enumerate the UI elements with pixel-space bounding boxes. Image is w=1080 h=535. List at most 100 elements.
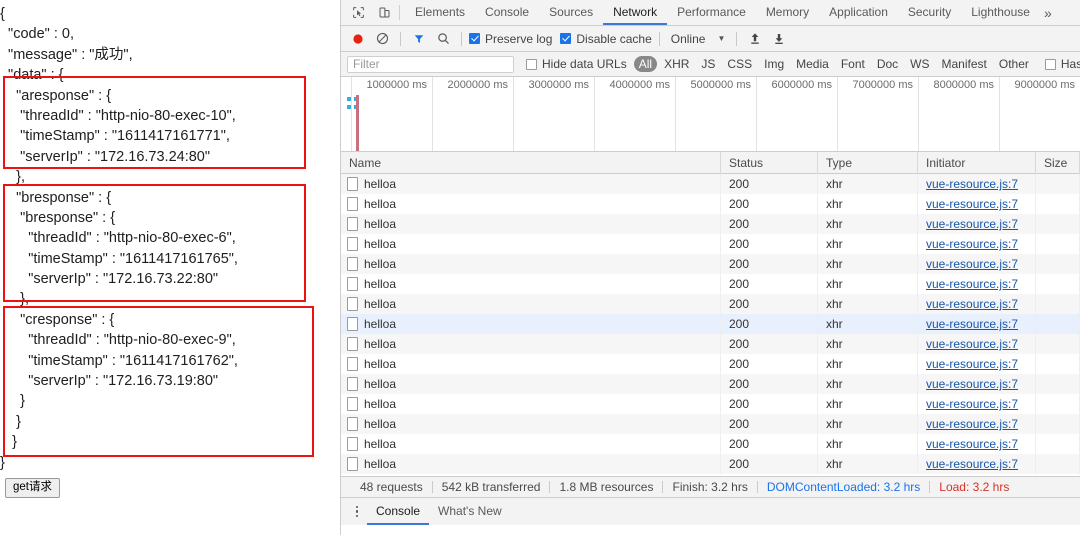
cell-name[interactable]: helloa xyxy=(341,194,721,214)
cell-name[interactable]: helloa xyxy=(341,314,721,334)
get-request-button[interactable]: get请求 xyxy=(5,478,60,498)
initiator-link[interactable]: vue-resource.js:7 xyxy=(926,317,1018,331)
initiator-link[interactable]: vue-resource.js:7 xyxy=(926,297,1018,311)
table-row[interactable]: helloa 200 xhr vue-resource.js:7 xyxy=(341,214,1080,234)
initiator-link[interactable]: vue-resource.js:7 xyxy=(926,377,1018,391)
filter-type-xhr[interactable]: XHR xyxy=(659,56,694,72)
cell-status: 200 xyxy=(721,314,818,334)
tab-performance[interactable]: Performance xyxy=(667,0,756,25)
cell-name[interactable]: helloa xyxy=(341,234,721,254)
hide-data-urls-checkbox-box[interactable] xyxy=(526,58,537,70)
cell-size xyxy=(1036,314,1080,334)
initiator-link[interactable]: vue-resource.js:7 xyxy=(926,457,1018,471)
filter-type-css[interactable]: CSS xyxy=(722,56,757,72)
cell-name[interactable]: helloa xyxy=(341,274,721,294)
filter-type-js[interactable]: JS xyxy=(696,56,720,72)
initiator-link[interactable]: vue-resource.js:7 xyxy=(926,177,1018,191)
tab-network[interactable]: Network xyxy=(603,0,668,25)
initiator-link[interactable]: vue-resource.js:7 xyxy=(926,197,1018,211)
has-blocked-cookies-checkbox-box[interactable] xyxy=(1044,58,1056,70)
tab-console[interactable]: Console xyxy=(475,0,539,25)
export-har-icon[interactable] xyxy=(768,28,790,50)
cell-name[interactable]: helloa xyxy=(341,254,721,274)
table-row[interactable]: helloa 200 xhr vue-resource.js:7 xyxy=(341,454,1080,474)
disable-cache-checkbox-box[interactable] xyxy=(560,33,572,44)
inspect-element-icon[interactable] xyxy=(345,0,371,25)
cell-name[interactable]: helloa xyxy=(341,414,721,434)
column-header-size[interactable]: Size xyxy=(1036,151,1080,174)
table-row[interactable]: helloa 200 xhr vue-resource.js:7 xyxy=(341,354,1080,374)
record-icon[interactable] xyxy=(347,28,369,50)
tab-application[interactable]: Application xyxy=(819,0,898,25)
tab-memory[interactable]: Memory xyxy=(756,0,819,25)
initiator-link[interactable]: vue-resource.js:7 xyxy=(926,237,1018,251)
cell-name[interactable]: helloa xyxy=(341,394,721,414)
device-toolbar-icon[interactable] xyxy=(371,0,397,25)
column-header-name[interactable]: Name xyxy=(341,151,721,174)
filter-type-font[interactable]: Font xyxy=(836,56,870,72)
preserve-log-checkbox[interactable]: Preserve log xyxy=(469,32,552,46)
table-row[interactable]: helloa 200 xhr vue-resource.js:7 xyxy=(341,294,1080,314)
cell-name[interactable]: helloa xyxy=(341,334,721,354)
devtools-tabbar: Elements Console Sources Network Performance… xyxy=(341,0,1080,26)
initiator-link[interactable]: vue-resource.js:7 xyxy=(926,337,1018,351)
initiator-link[interactable]: vue-resource.js:7 xyxy=(926,257,1018,271)
tab-lighthouse[interactable]: Lighthouse xyxy=(961,0,1040,25)
cell-name[interactable]: helloa xyxy=(341,454,721,474)
initiator-link[interactable]: vue-resource.js:7 xyxy=(926,217,1018,231)
table-row[interactable]: helloa 200 xhr vue-resource.js:7 xyxy=(341,334,1080,354)
requests-table-body[interactable]: helloa 200 xhr vue-resource.js:7 helloa 200 xh… xyxy=(341,174,1080,476)
network-overview-timeline[interactable]: 1000000 ms 2000000 ms 3000000 ms 4000000 ms… xyxy=(341,77,1080,152)
table-row[interactable]: helloa 200 xhr vue-resource.js:7 xyxy=(341,274,1080,294)
hide-data-urls-checkbox[interactable]: Hide data URLs xyxy=(526,57,627,71)
cell-name[interactable]: helloa xyxy=(341,434,721,454)
table-row[interactable]: helloa 200 xhr vue-resource.js:7 xyxy=(341,374,1080,394)
preserve-log-checkbox-box[interactable] xyxy=(469,33,480,44)
table-row[interactable]: helloa 200 xhr vue-resource.js:7 xyxy=(341,314,1080,334)
table-row[interactable]: helloa 200 xhr vue-resource.js:7 xyxy=(341,234,1080,254)
drawer-tab-what-s-new[interactable]: What's New xyxy=(429,498,511,525)
filter-type-media[interactable]: Media xyxy=(791,56,834,72)
search-icon[interactable] xyxy=(432,28,454,50)
table-row[interactable]: helloa 200 xhr vue-resource.js:7 xyxy=(341,414,1080,434)
filter-type-img[interactable]: Img xyxy=(759,56,789,72)
cell-name[interactable]: helloa xyxy=(341,354,721,374)
initiator-link[interactable]: vue-resource.js:7 xyxy=(926,417,1018,431)
initiator-link[interactable]: vue-resource.js:7 xyxy=(926,397,1018,411)
filter-type-manifest[interactable]: Manifest xyxy=(937,56,992,72)
cell-name[interactable]: helloa xyxy=(341,174,721,194)
cell-name[interactable]: helloa xyxy=(341,214,721,234)
drawer-tab-console[interactable]: Console xyxy=(367,498,430,525)
filter-type-other[interactable]: Other xyxy=(994,56,1034,72)
filter-type-ws[interactable]: WS xyxy=(905,56,934,72)
more-tabs-icon[interactable]: » xyxy=(1040,0,1058,25)
more-options-icon[interactable] xyxy=(347,498,367,525)
cell-name[interactable]: helloa xyxy=(341,294,721,314)
filter-input[interactable] xyxy=(347,55,514,73)
tab-security[interactable]: Security xyxy=(898,0,961,25)
initiator-link[interactable]: vue-resource.js:7 xyxy=(926,357,1018,371)
column-header-status[interactable]: Status xyxy=(721,151,818,174)
tab-elements[interactable]: Elements xyxy=(405,0,475,25)
disable-cache-checkbox[interactable]: Disable cache xyxy=(560,32,652,46)
import-har-icon[interactable] xyxy=(744,28,766,50)
tab-sources[interactable]: Sources xyxy=(539,0,603,25)
has-blocked-cookies-checkbox[interactable]: Has blocked c xyxy=(1044,57,1080,71)
clear-icon[interactable] xyxy=(371,28,393,50)
initiator-link[interactable]: vue-resource.js:7 xyxy=(926,277,1018,291)
cell-name[interactable]: helloa xyxy=(341,374,721,394)
column-header-initiator[interactable]: Initiator xyxy=(918,151,1036,174)
filter-type-all[interactable]: All xyxy=(633,56,658,72)
cell-initiator: vue-resource.js:7 xyxy=(918,374,1036,394)
column-header-type[interactable]: Type xyxy=(818,151,918,174)
filter-type-doc[interactable]: Doc xyxy=(872,56,903,72)
table-row[interactable]: helloa 200 xhr vue-resource.js:7 xyxy=(341,254,1080,274)
cell-status: 200 xyxy=(721,354,818,374)
table-row[interactable]: helloa 200 xhr vue-resource.js:7 xyxy=(341,194,1080,214)
filter-funnel-icon[interactable] xyxy=(408,28,430,50)
throttling-select[interactable]: Online ▼ xyxy=(667,32,730,46)
table-row[interactable]: helloa 200 xhr vue-resource.js:7 xyxy=(341,394,1080,414)
table-row[interactable]: helloa 200 xhr vue-resource.js:7 xyxy=(341,174,1080,194)
initiator-link[interactable]: vue-resource.js:7 xyxy=(926,437,1018,451)
table-row[interactable]: helloa 200 xhr vue-resource.js:7 xyxy=(341,434,1080,454)
